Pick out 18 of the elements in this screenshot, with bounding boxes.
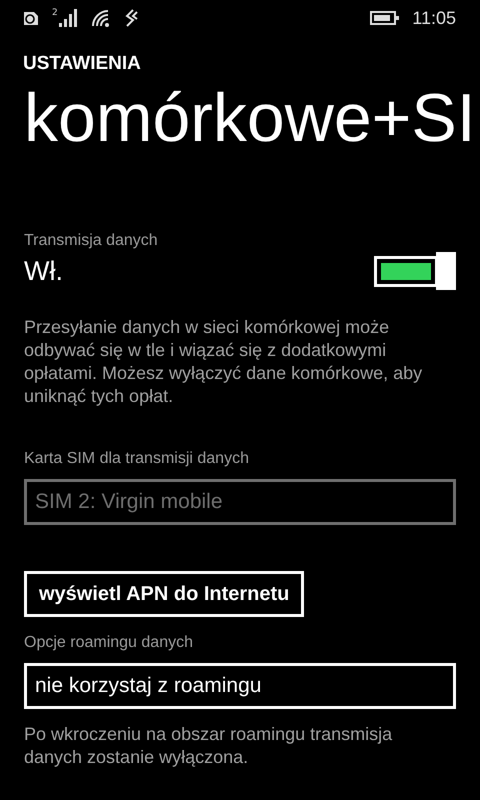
setting-label: Karta SIM dla transmisji danych [24,449,250,469]
page-title: komórkowe+SI [24,79,477,158]
toggle-switch[interactable] [374,252,456,290]
battery-icon [370,11,400,25]
wifi-icon [90,9,111,27]
signal-icon [58,9,79,27]
apn-button[interactable]: wyświetl APN do Internetu [24,571,304,617]
setting-label: Opcje roamingu danych [24,633,194,653]
roaming-select-field[interactable]: nie korzystaj z roamingu [24,663,456,709]
app-title: USTAWIENIA [23,52,142,76]
description-text: Przesyłanie danych w sieci komórkowej może odbywać się w tle i wiązać się z dodatkowymi opłatami. Możesz wyłączyć dane komórkowe, aby uniknąć tych opłat. [24,316,424,408]
vibrate-icon [122,9,139,27]
sim-number: 2 [52,8,58,18]
setting-label: Transmisja danych [24,231,159,251]
roaming-note: Po wkroczeniu na obszar roamingu transmisja danych zostanie wyłączona. [24,723,394,769]
clock-time: 11:05 [412,8,456,28]
sim-icon [22,9,40,27]
toggle-state: Wł. [24,256,63,286]
